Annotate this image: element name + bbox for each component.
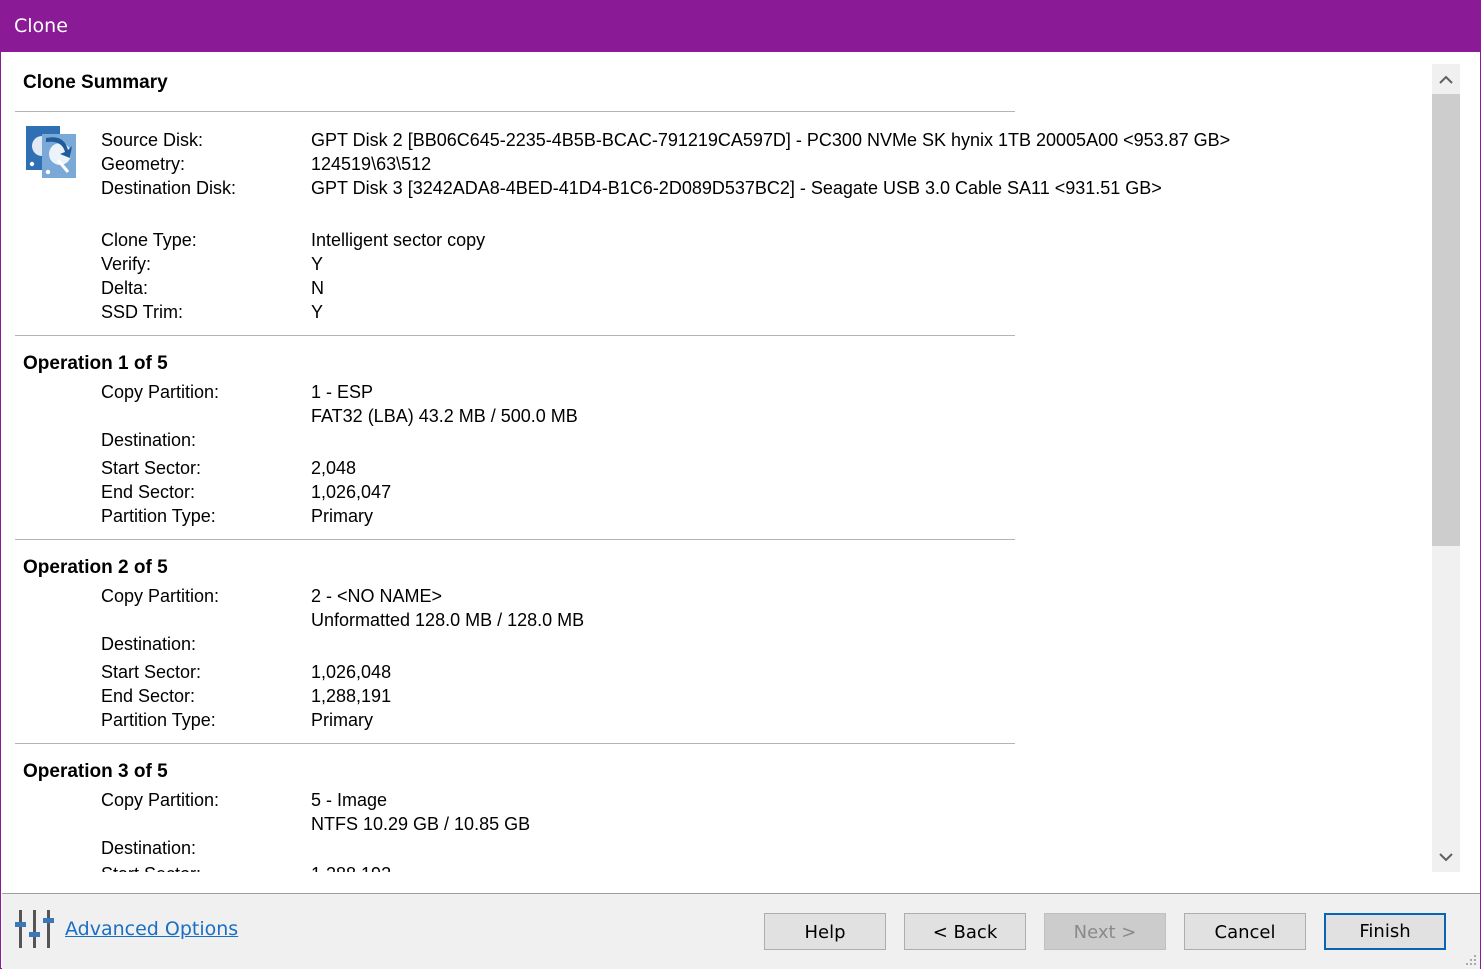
- clone-disk-icon: [26, 126, 76, 178]
- clone-dialog: Clone Clone Summary Source Disk: GPT Dis…: [0, 0, 1481, 969]
- copy-partition-detail: FAT32 (LBA) 43.2 MB / 500.0 MB: [311, 406, 578, 426]
- clone-type-value: Intelligent sector copy: [311, 230, 486, 250]
- copy-partition-label: Copy Partition:: [101, 586, 220, 606]
- end-sector-label: End Sector:: [101, 686, 196, 706]
- copy-partition-value: 2 - <NO NAME>: [311, 586, 443, 606]
- end-sector-label: End Sector:: [101, 482, 196, 502]
- start-sector-value: 1,288,192: [311, 864, 391, 872]
- start-sector-label: Start Sector:: [101, 458, 202, 478]
- copy-partition-value: 5 - Image: [311, 790, 388, 810]
- scroll-down-button[interactable]: [1432, 842, 1460, 872]
- destination-label: Destination:: [101, 430, 197, 450]
- operation-heading: Operation 3 of 5: [23, 761, 168, 782]
- partition-type-label: Partition Type:: [101, 506, 216, 526]
- destination-label: Destination:: [101, 838, 197, 858]
- cancel-button[interactable]: Cancel: [1184, 913, 1306, 950]
- start-sector-value: 1,026,048: [311, 662, 392, 682]
- delta-label: Delta:: [101, 278, 149, 298]
- finish-button[interactable]: Finish: [1324, 913, 1446, 950]
- title-bar: Clone: [1, 0, 1481, 52]
- scroll-up-button[interactable]: [1432, 64, 1460, 94]
- partition-type-value: Primary: [311, 710, 373, 730]
- verify-label: Verify:: [101, 254, 152, 274]
- chevron-down-icon: [1439, 852, 1453, 861]
- copy-partition-label: Copy Partition:: [101, 382, 220, 402]
- ssd-trim-label: SSD Trim:: [101, 302, 184, 322]
- window-title: Clone: [14, 15, 68, 37]
- vertical-scrollbar[interactable]: [1432, 64, 1460, 872]
- partition-type-label: Partition Type:: [101, 710, 216, 730]
- scroll-thumb[interactable]: [1432, 94, 1460, 546]
- chevron-up-icon: [1439, 75, 1453, 84]
- copy-partition-label: Copy Partition:: [101, 790, 220, 810]
- copy-partition-detail: Unformatted 128.0 MB / 128.0 MB: [311, 610, 585, 630]
- start-sector-label: Start Sector:: [101, 662, 202, 682]
- clone-type-label: Clone Type:: [101, 230, 197, 250]
- partition-type-value: Primary: [311, 506, 373, 526]
- source-disk-label: Source Disk:: [101, 130, 204, 150]
- ssd-trim-value: Y: [311, 302, 324, 322]
- help-button[interactable]: Help: [764, 913, 886, 950]
- footer-bar: Advanced Options Help < Back Next > Canc…: [2, 893, 1480, 969]
- delta-value: N: [311, 278, 324, 298]
- destination-label: Destination:: [101, 634, 197, 654]
- destination-disk-value: GPT Disk 3 [3242ADA8-4BED-41D4-B1C6-2D08…: [311, 178, 1162, 198]
- operation-heading: Operation 1 of 5: [23, 353, 168, 374]
- divider: [15, 743, 1015, 744]
- start-sector-value: 2,048: [311, 458, 357, 478]
- geometry-value: 124519\63\512: [311, 154, 432, 174]
- advanced-options-link[interactable]: Advanced Options: [65, 918, 238, 940]
- destination-disk-label: Destination Disk:: [101, 178, 237, 198]
- divider: [15, 335, 1015, 336]
- end-sector-value: 1,026,047: [311, 482, 392, 502]
- resize-grip-icon[interactable]: [1465, 954, 1477, 966]
- copy-partition-detail: NTFS 10.29 GB / 10.85 GB: [311, 814, 531, 834]
- geometry-label: Geometry:: [101, 154, 186, 174]
- back-button[interactable]: < Back: [904, 913, 1026, 950]
- summary-heading: Clone Summary: [23, 72, 168, 93]
- source-disk-value: GPT Disk 2 [BB06C645-2235-4B5B-BCAC-7912…: [311, 130, 1231, 150]
- verify-value: Y: [311, 254, 324, 274]
- sliders-icon: [15, 910, 54, 948]
- next-button[interactable]: Next >: [1044, 913, 1166, 950]
- summary-panel: Clone Summary Source Disk: GPT Disk 2 [B…: [2, 52, 1430, 872]
- end-sector-value: 1,288,191: [311, 686, 392, 706]
- start-sector-label: Start Sector:: [101, 864, 201, 872]
- operation-heading: Operation 2 of 5: [23, 557, 168, 578]
- divider: [15, 539, 1015, 540]
- copy-partition-value: 1 - ESP: [311, 382, 374, 402]
- divider: [15, 111, 1015, 112]
